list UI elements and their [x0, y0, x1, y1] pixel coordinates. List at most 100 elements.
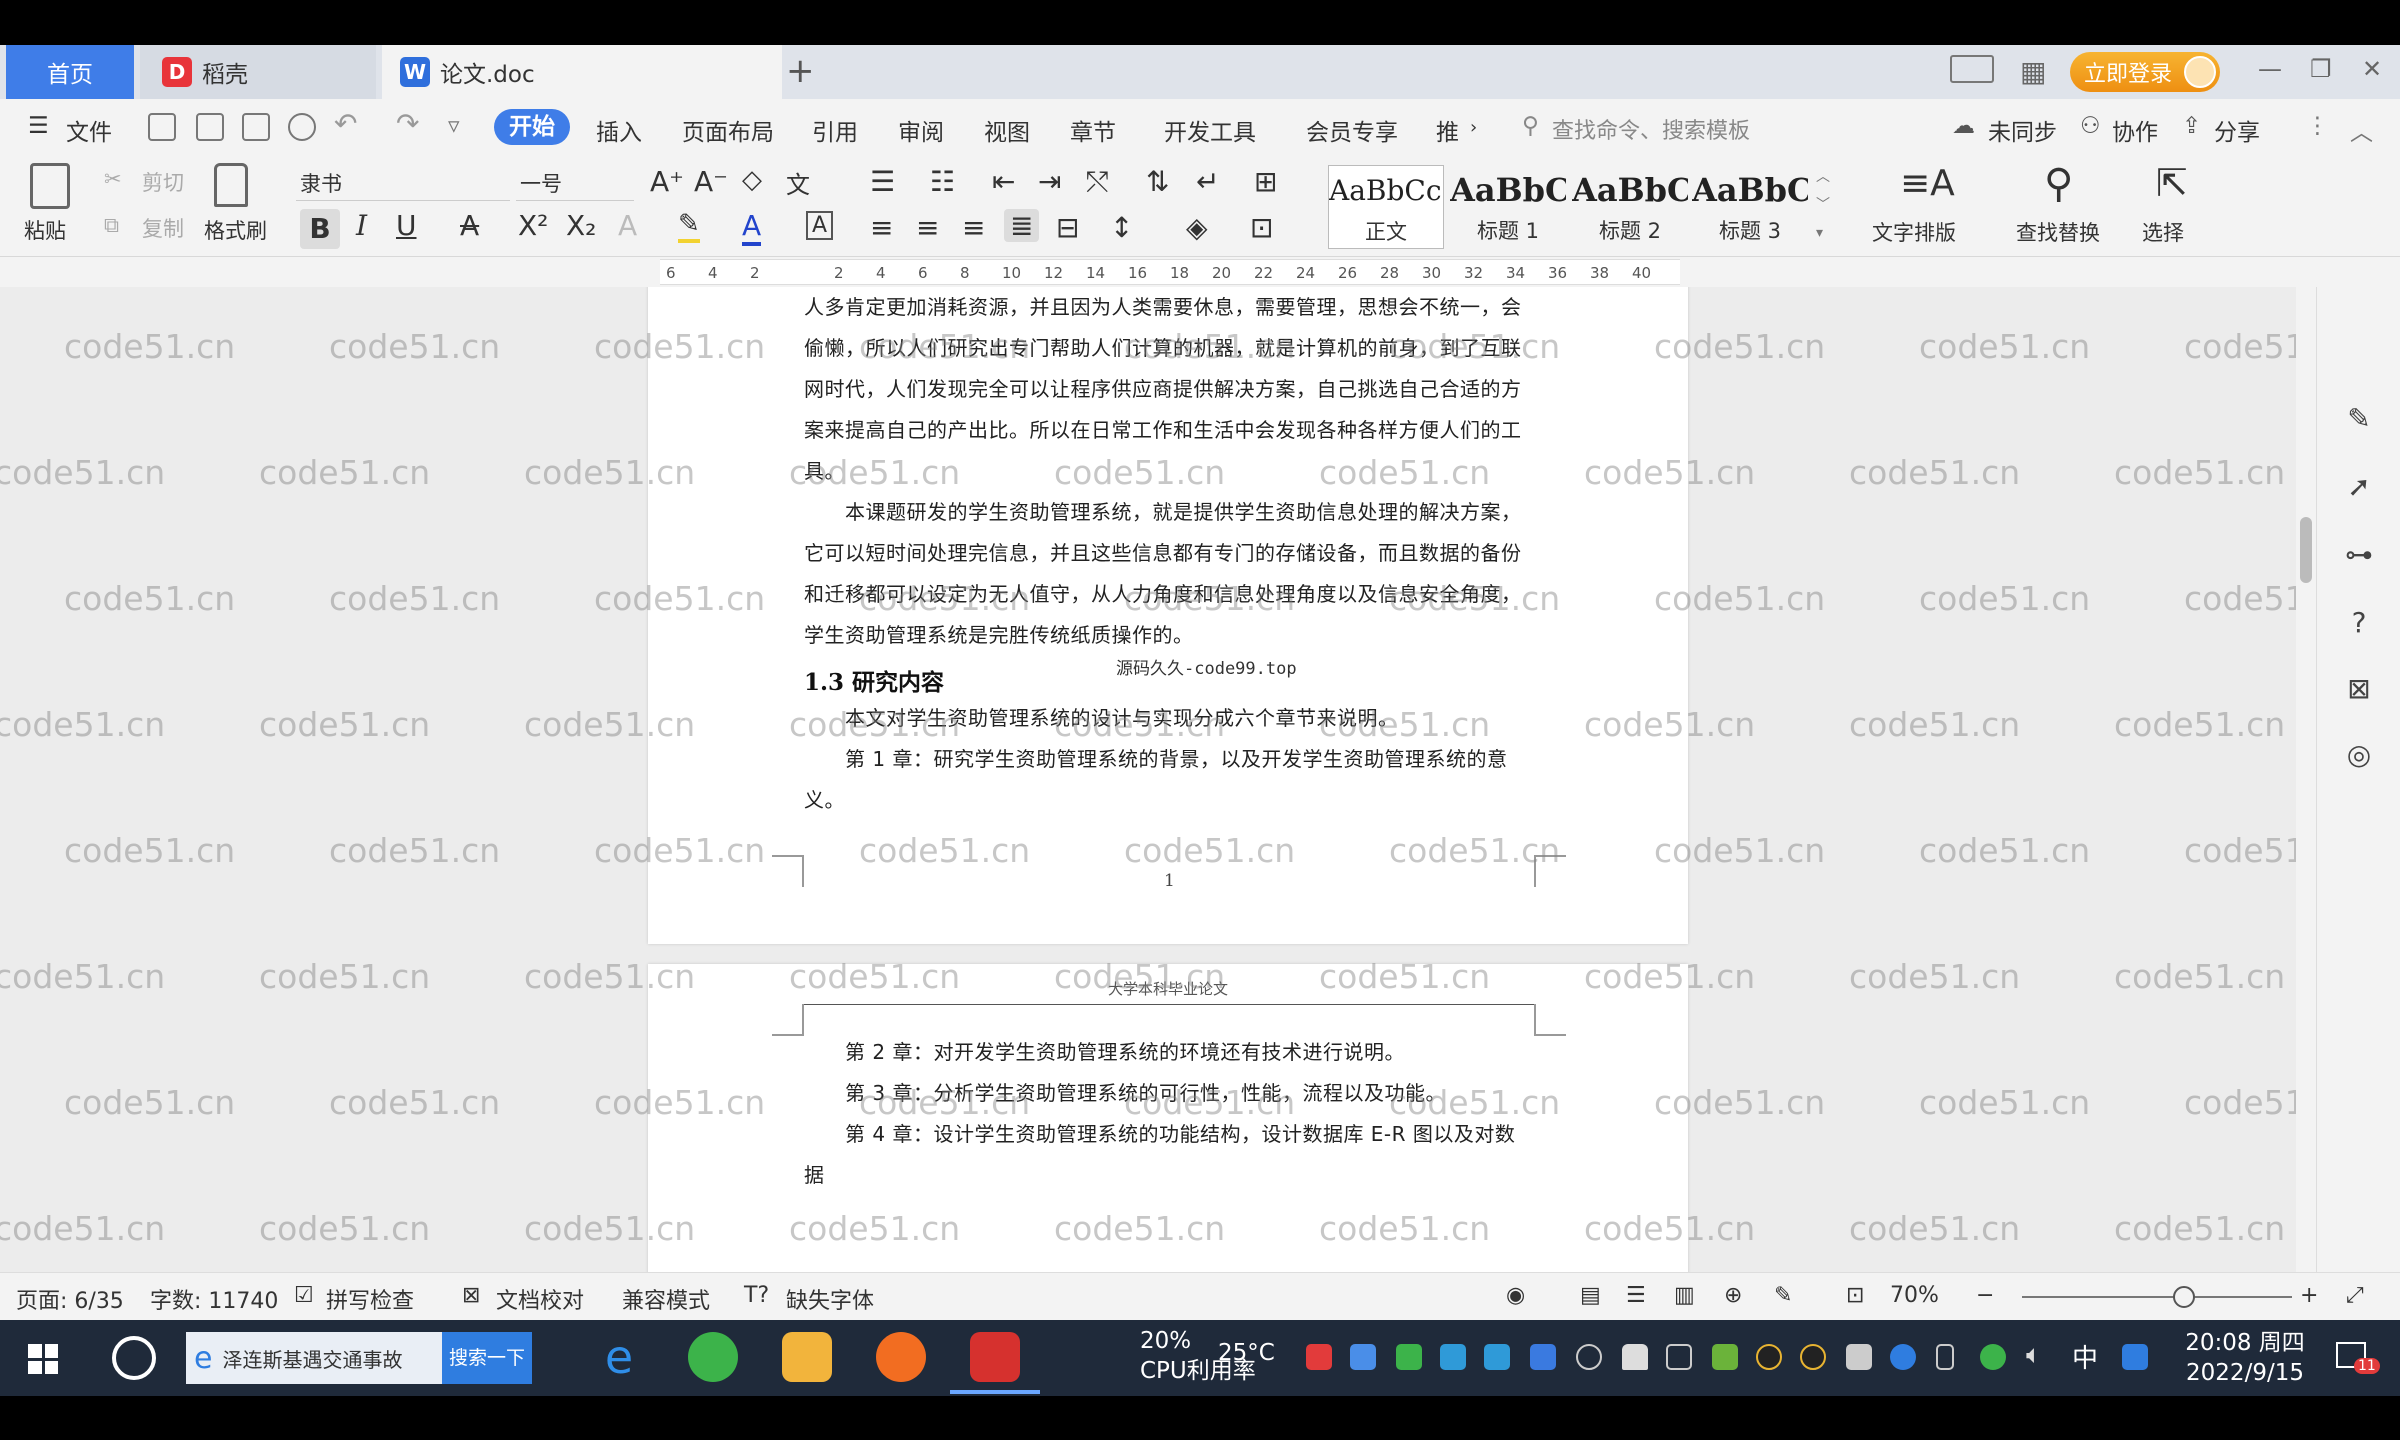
- undo-icon[interactable]: ↶: [334, 107, 357, 140]
- web-view-icon[interactable]: ⊕: [1724, 1283, 1742, 1308]
- style-heading-1[interactable]: AaBbC 标题 1: [1450, 165, 1566, 249]
- outline-view-icon[interactable]: ☰: [1626, 1283, 1646, 1308]
- zoom-slider-knob[interactable]: [2173, 1286, 2195, 1308]
- find-replace-button[interactable]: 查找替换: [2016, 217, 2100, 247]
- grow-font-icon[interactable]: A⁺: [650, 165, 684, 198]
- zoom-out-icon[interactable]: −: [1976, 1283, 1994, 1308]
- collaborate-button[interactable]: 协作: [2112, 113, 2158, 147]
- new-tab-button[interactable]: +: [786, 51, 815, 91]
- export-pdf-icon[interactable]: [196, 113, 224, 141]
- proofread-button[interactable]: 文档校对: [496, 1283, 584, 1315]
- taskbar-search-button[interactable]: 搜索一下: [442, 1332, 532, 1384]
- zoom-in-icon[interactable]: +: [2300, 1283, 2318, 1308]
- tray-app-icon[interactable]: [1440, 1344, 1466, 1370]
- select-button[interactable]: 选择: [2142, 217, 2184, 247]
- page-indicator[interactable]: 页面: 6/35: [16, 1283, 124, 1315]
- document-page[interactable]: 人多肯定更加消耗资源，并且因为人类需要休息，需要管理，思想会不统一，会偷懒，所以…: [648, 287, 1688, 944]
- page-view-icon[interactable]: ▤: [1580, 1283, 1601, 1308]
- close-icon[interactable]: ✕: [2362, 55, 2382, 83]
- usb-icon[interactable]: [1846, 1344, 1872, 1370]
- qq-icon[interactable]: [1756, 1344, 1782, 1370]
- pointer-icon[interactable]: ➚: [2343, 471, 2375, 503]
- document-page[interactable]: 大学本科毕业论文 第 2 章：对开发学生资助管理系统的环境还有技术进行说明。 第…: [648, 964, 1688, 1317]
- ime-indicator[interactable]: 中: [2072, 1338, 2098, 1375]
- menu-more-chevron-icon[interactable]: ›: [1470, 117, 1477, 138]
- font-size-select[interactable]: 一号: [516, 167, 634, 201]
- increase-indent-icon[interactable]: ⇥: [1038, 165, 1061, 198]
- nvidia-icon[interactable]: [1712, 1344, 1738, 1370]
- reading-view-icon[interactable]: ▥: [1674, 1283, 1695, 1308]
- grid-apps-icon[interactable]: ▦: [2020, 55, 2046, 88]
- menu-member[interactable]: 会员专享: [1306, 113, 1398, 147]
- table-tools-icon[interactable]: ⊞: [1254, 165, 1277, 198]
- wifi-icon[interactable]: [1576, 1344, 1602, 1370]
- subscript-icon[interactable]: X₂: [566, 209, 596, 242]
- qq-icon[interactable]: [1800, 1344, 1826, 1370]
- sync-status-button[interactable]: 未同步: [1988, 113, 2057, 147]
- align-center-icon[interactable]: ≡: [916, 211, 939, 244]
- align-left-icon[interactable]: ≡: [870, 211, 893, 244]
- style-normal[interactable]: AaBbCcI 正文: [1328, 165, 1444, 249]
- menu-page-layout[interactable]: 页面布局: [682, 113, 774, 147]
- new-doc-icon[interactable]: [148, 113, 176, 141]
- chinese-layout-icon[interactable]: ⤲: [1086, 165, 1108, 199]
- battery-icon[interactable]: [1936, 1344, 1954, 1370]
- align-right-icon[interactable]: ≡: [962, 211, 985, 244]
- sort-icon[interactable]: ⇅: [1146, 165, 1169, 198]
- print-preview-icon[interactable]: [288, 113, 316, 141]
- login-button[interactable]: 立即登录: [2070, 52, 2220, 92]
- menu-developer[interactable]: 开发工具: [1164, 113, 1256, 147]
- file-explorer-icon[interactable]: [782, 1332, 832, 1382]
- superscript-icon[interactable]: X²: [518, 209, 548, 242]
- restore-icon[interactable]: ❐: [2310, 55, 2332, 83]
- horizontal-ruler[interactable]: 642246810121416182022242628303234363840: [660, 259, 1680, 285]
- menu-file[interactable]: 文件: [66, 113, 112, 147]
- minimize-icon[interactable]: —: [2258, 55, 2282, 83]
- layout-icon[interactable]: [1950, 55, 1994, 83]
- wps-app-icon[interactable]: [970, 1332, 1020, 1382]
- justify-icon[interactable]: ≣: [1004, 209, 1039, 242]
- menu-review[interactable]: 审阅: [898, 113, 944, 147]
- menu-view[interactable]: 视图: [984, 113, 1030, 147]
- volume-icon[interactable]: 🔈︎: [2026, 1340, 2042, 1371]
- paste-button[interactable]: 粘贴: [24, 215, 66, 245]
- zoom-slider[interactable]: [2022, 1296, 2292, 1298]
- annotate-icon[interactable]: ✎: [1774, 1283, 1792, 1308]
- menu-references[interactable]: 引用: [812, 113, 858, 147]
- tray-app-icon[interactable]: [1666, 1344, 1692, 1370]
- tray-app-icon[interactable]: [1980, 1344, 2006, 1370]
- tab-daoke[interactable]: D 稻壳: [140, 45, 376, 99]
- bold-icon[interactable]: B: [300, 209, 340, 249]
- menu-recommend[interactable]: 推: [1436, 113, 1459, 147]
- text-layout-icon[interactable]: ≡A: [1900, 163, 1955, 204]
- word-count[interactable]: 字数: 11740: [150, 1283, 278, 1315]
- fit-page-icon[interactable]: ⊡: [1846, 1283, 1864, 1308]
- collapse-ribbon-icon[interactable]: ︿: [2350, 113, 2373, 147]
- tray-app-icon[interactable]: [1306, 1344, 1332, 1370]
- share-button[interactable]: 分享: [2214, 113, 2260, 147]
- strikethrough-icon[interactable]: A: [460, 209, 479, 242]
- hamburger-icon[interactable]: ☰: [28, 113, 49, 139]
- show-marks-icon[interactable]: ↵: [1196, 165, 1219, 198]
- vertical-scrollbar[interactable]: [2296, 287, 2316, 1317]
- shading-icon[interactable]: ◈: [1186, 211, 1208, 244]
- bullet-list-icon[interactable]: ☰: [870, 165, 895, 198]
- bell-icon[interactable]: [1622, 1344, 1648, 1370]
- font-color-icon[interactable]: A: [742, 209, 761, 246]
- eye-protection-icon[interactable]: ◉: [1506, 1283, 1525, 1308]
- clock[interactable]: 20:08 周四 2022/9/15: [2180, 1328, 2310, 1388]
- more-options-icon[interactable]: ⋮: [2306, 113, 2329, 139]
- customize-chevron-icon[interactable]: ▿: [448, 113, 460, 139]
- cut-button[interactable]: 剪切: [142, 167, 184, 197]
- underline-icon[interactable]: U: [396, 209, 417, 242]
- search-tray-icon[interactable]: [2122, 1344, 2148, 1370]
- app-mascot-icon[interactable]: [876, 1332, 926, 1382]
- style-heading-2[interactable]: AaBbC 标题 2: [1572, 165, 1688, 249]
- tray-app-icon[interactable]: [1484, 1344, 1510, 1370]
- format-painter-button[interactable]: 格式刷: [204, 215, 267, 245]
- style-heading-3[interactable]: AaBbC 标题 3: [1692, 165, 1808, 249]
- shield-icon[interactable]: [1530, 1344, 1556, 1370]
- redo-icon[interactable]: ↷: [396, 107, 419, 140]
- adjust-icon[interactable]: ⊶: [2343, 539, 2375, 571]
- location-icon[interactable]: ◎: [2343, 739, 2375, 771]
